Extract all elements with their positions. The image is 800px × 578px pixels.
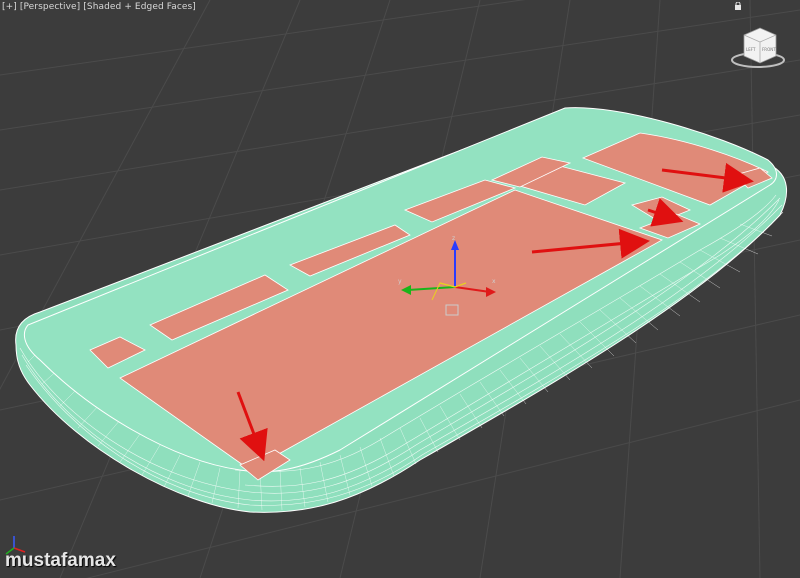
- svg-text:x: x: [492, 278, 496, 285]
- viewport-menu-plus[interactable]: [+]: [2, 2, 17, 12]
- viewport-menu-shading[interactable]: [Shaded + Edged Faces]: [83, 2, 196, 12]
- viewcube-icon[interactable]: LEFT FRONT: [731, 27, 785, 68]
- svg-text:z: z: [452, 235, 455, 242]
- lock-icon[interactable]: [734, 2, 742, 10]
- viewport-label: [+] [Perspective] [Shaded + Edged Faces]: [2, 2, 196, 12]
- perspective-viewport[interactable]: z y x LEFT FRONT [+] [Perspective] [Shad…: [0, 0, 800, 578]
- scene-canvas[interactable]: z y x LEFT FRONT: [0, 0, 800, 578]
- watermark-text: mustafamax: [5, 550, 116, 571]
- viewport-menu-view[interactable]: [Perspective]: [20, 2, 80, 12]
- svg-text:y: y: [398, 278, 402, 285]
- viewcube-face-left[interactable]: LEFT: [746, 47, 756, 52]
- viewcube-face-front[interactable]: FRONT: [762, 47, 776, 52]
